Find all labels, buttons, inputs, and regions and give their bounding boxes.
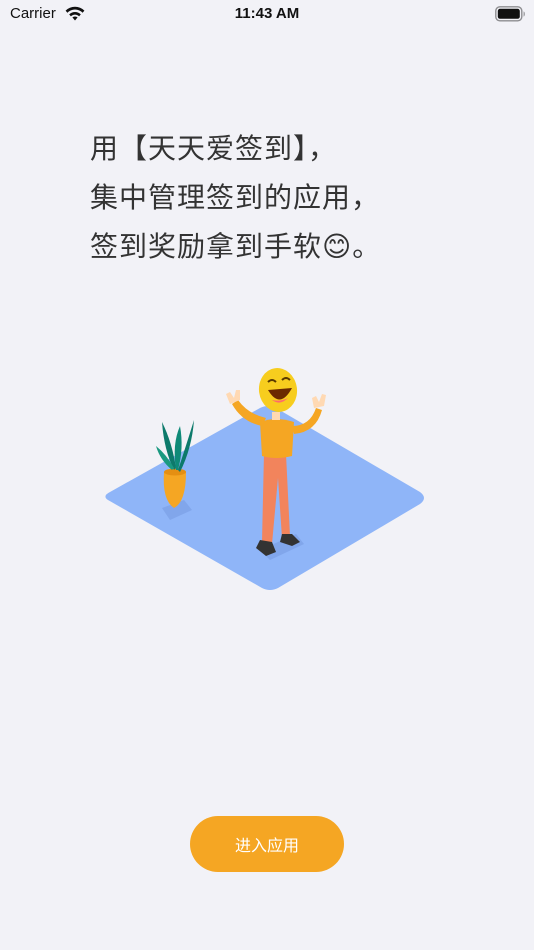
headline-line-3: 签到奖励拿到手软😊。	[90, 230, 382, 263]
headline-line-2: 集中管理签到的应用，	[90, 181, 381, 214]
person-celebrating-illustration	[105, 368, 424, 590]
enter-app-button-label: 进入应用	[234, 836, 299, 855]
status-time: 11:43 AM	[234, 5, 300, 22]
status-bar: Carrier 11:43 AM	[0, 0, 534, 28]
enter-app-button[interactable]: 进入应用	[190, 816, 344, 872]
headline: 用【天天爱签到】， 集中管理签到的应用， 签到奖励拿到手软😊。	[90, 124, 510, 271]
battery-icon	[495, 6, 525, 22]
headline-line-1: 用【天天爱签到】，	[90, 132, 338, 165]
